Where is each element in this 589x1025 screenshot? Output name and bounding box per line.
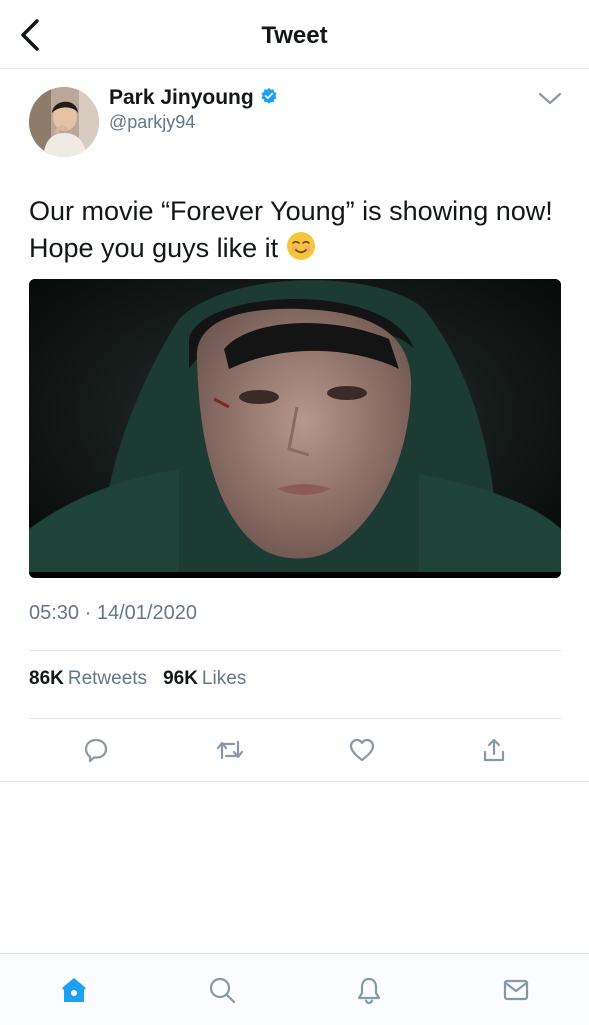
tweet-actions: [0, 730, 589, 770]
section-divider: [0, 781, 589, 782]
tweet-text: Our movie “Forever Young” is showing now…: [29, 193, 569, 271]
notifications-icon[interactable]: [349, 970, 389, 1010]
tweet-media-image[interactable]: [29, 279, 561, 578]
divider: [29, 650, 561, 651]
home-icon[interactable]: [54, 970, 94, 1010]
bottom-tab-bar: [0, 953, 589, 1025]
tweet-stats: 86K Retweets 96K Likes: [29, 668, 246, 690]
share-icon[interactable]: [474, 730, 514, 770]
retweet-icon[interactable]: [210, 730, 250, 770]
author-handle[interactable]: @parkjy94: [109, 112, 195, 133]
page-title: Tweet: [261, 22, 328, 49]
retweets-label: Retweets: [67, 668, 148, 689]
tweet-timestamp: 05:30 · 14/01/2020: [29, 602, 197, 625]
tweet-date: 14/01/2020: [96, 602, 197, 624]
search-icon[interactable]: [202, 970, 242, 1010]
chevron-down-icon[interactable]: [536, 88, 564, 110]
author-name-row[interactable]: Park Jinyoung: [109, 86, 278, 110]
retweets-stat[interactable]: 86K Retweets: [29, 668, 147, 690]
reply-icon[interactable]: [76, 730, 116, 770]
top-bar: Tweet: [0, 0, 589, 69]
tweet-time: 05:30: [29, 602, 80, 624]
retweets-count: 86K: [29, 668, 64, 689]
smiling-face-icon: [286, 231, 316, 271]
avatar[interactable]: [29, 87, 99, 157]
meta-separator: ·: [84, 602, 92, 624]
likes-stat[interactable]: 96K Likes: [163, 668, 246, 690]
likes-count: 96K: [163, 668, 198, 689]
author-name[interactable]: Park Jinyoung: [109, 86, 254, 110]
likes-label: Likes: [201, 668, 247, 689]
like-icon[interactable]: [342, 730, 382, 770]
messages-icon[interactable]: [496, 970, 536, 1010]
verified-badge-icon: [260, 87, 278, 110]
divider: [29, 718, 561, 719]
